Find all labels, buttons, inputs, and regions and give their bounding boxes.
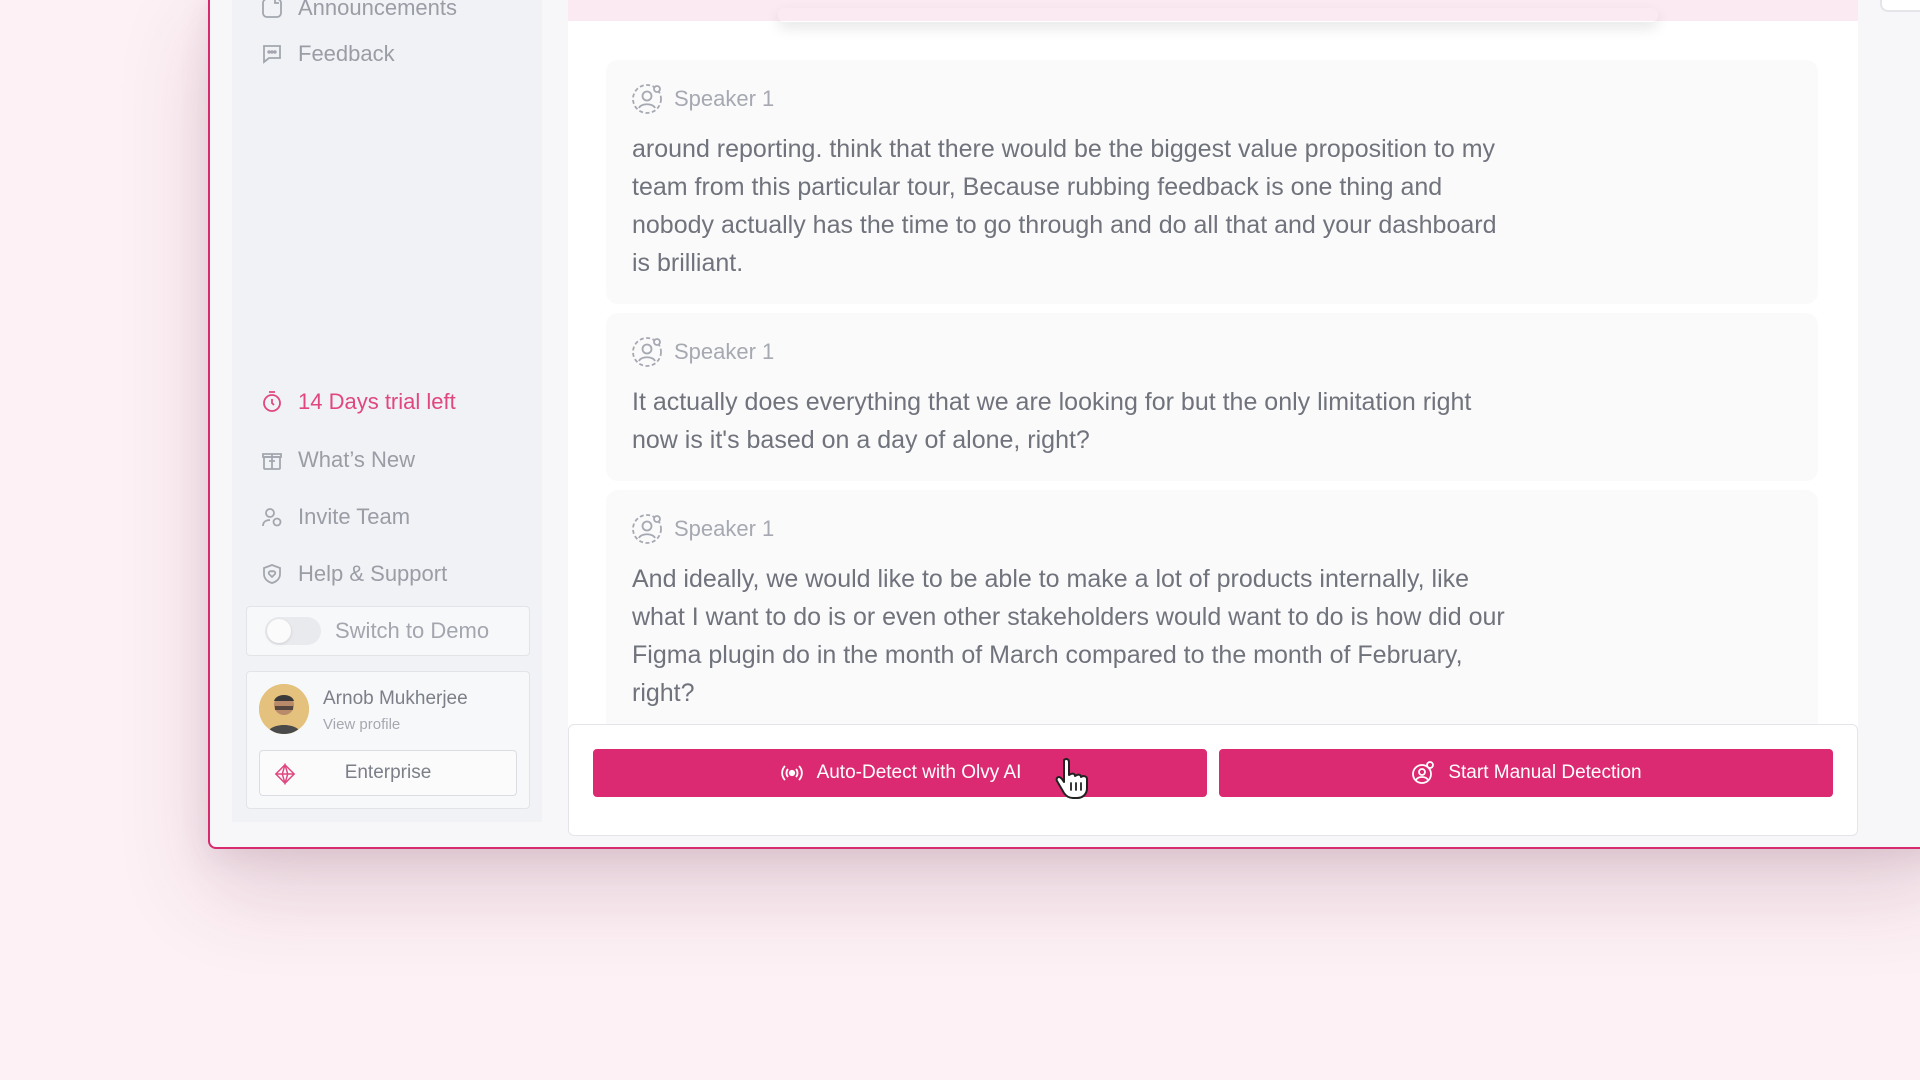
toggle-knob (267, 619, 291, 643)
sidebar-item-label: What’s New (298, 447, 415, 472)
manual-detection-button[interactable]: Start Manual Detection (1219, 749, 1833, 797)
right-panel-edge (1880, 0, 1920, 12)
speaker-name: Speaker 1 (674, 516, 775, 541)
user-target-icon (1412, 761, 1435, 784)
speaker-label: Speaker 1 (630, 82, 774, 116)
transcript-text: And ideally, we would like to be able to… (632, 565, 1505, 707)
transcript-card: Speaker 1 It actually does everything th… (606, 313, 1818, 481)
sidebar-item-trial[interactable]: 14 Days trial left (260, 382, 456, 422)
demo-toggle-label: Switch to Demo (335, 618, 490, 643)
action-bar: Auto-Detect with Olvy AI Start Manual De… (568, 724, 1858, 836)
manual-detection-label: Start Manual Detection (1448, 762, 1642, 783)
sidebar-item-label: Invite Team (298, 504, 411, 529)
plan-badge[interactable]: Enterprise (259, 750, 517, 796)
top-strip-shadow (778, 8, 1658, 22)
timer-icon (263, 391, 281, 412)
app-window: Announcements Feedback 14 Days trial lef… (208, 0, 1920, 849)
diamond-icon (274, 763, 296, 785)
sidebar-item-announcements[interactable]: Announcements (260, 0, 457, 28)
sidebar-item-feedback[interactable]: Feedback (260, 34, 395, 74)
profile-name: Arnob Mukherjee (323, 688, 468, 709)
gift-icon (262, 453, 282, 470)
broadcast-icon (780, 765, 803, 781)
user-add-icon (262, 508, 282, 527)
avatar[interactable] (259, 684, 309, 734)
profile-card: Arnob Mukherjee View profile Enterprise (246, 671, 530, 809)
auto-detect-label: Auto-Detect with Olvy AI (816, 762, 1022, 783)
plan-label: Enterprise (344, 762, 432, 783)
sidebar-item-label: 14 Days trial left (298, 389, 456, 414)
speaker-avatar-icon (632, 337, 662, 367)
transcript-panel: Speaker 1 around reporting. think that t… (568, 0, 1858, 836)
sidebar-item-label: Feedback (298, 41, 395, 66)
transcript-card: Speaker 1 And ideally, we would like to … (606, 490, 1818, 734)
demo-switch-row: Switch to Demo (246, 606, 530, 656)
shield-heart-icon (263, 564, 281, 584)
view-profile-link[interactable]: View profile (323, 716, 400, 733)
transcript-text: It actually does everything that we are … (632, 388, 1472, 454)
pointer-cursor-icon (1055, 757, 1088, 799)
feedback-icon (263, 45, 281, 64)
sidebar-item-label: Announcements (298, 0, 457, 20)
speaker-label: Speaker 1 (630, 512, 774, 546)
transcript-text: around reporting. think that there would… (632, 135, 1497, 277)
speaker-label: Speaker 1 (630, 335, 774, 369)
demo-toggle[interactable] (265, 617, 321, 645)
sidebar-item-invite-team[interactable]: Invite Team (260, 497, 410, 537)
avatar-image (259, 684, 309, 734)
speaker-avatar-icon (632, 84, 662, 114)
speaker-avatar-icon (632, 514, 662, 544)
announcement-icon (262, 0, 282, 18)
sidebar-item-whats-new[interactable]: What’s New (260, 440, 415, 480)
sidebar: Announcements Feedback 14 Days trial lef… (232, 0, 542, 822)
transcript-card: Speaker 1 around reporting. think that t… (606, 60, 1818, 304)
sidebar-item-help-support[interactable]: Help & Support (260, 554, 447, 594)
speaker-name: Speaker 1 (674, 86, 775, 111)
speaker-name: Speaker 1 (674, 339, 775, 364)
auto-detect-button[interactable]: Auto-Detect with Olvy AI (593, 749, 1207, 797)
sidebar-item-label: Help & Support (298, 561, 448, 586)
